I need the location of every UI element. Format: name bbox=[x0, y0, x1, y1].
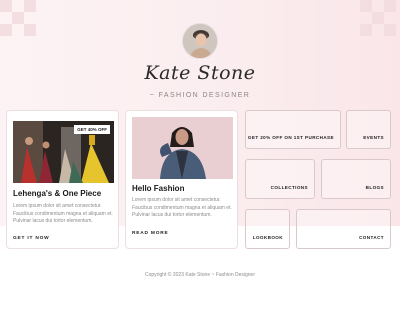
tile-lookbook-label: LOOKBOOK bbox=[252, 235, 283, 240]
tile-contact[interactable]: CONTACT bbox=[296, 209, 391, 249]
fashion-model-image bbox=[132, 117, 233, 179]
card-description: Lorem ipsum dolor sit amet consectetur. … bbox=[132, 197, 232, 218]
tile-blogs[interactable]: BLOGS bbox=[321, 159, 391, 199]
decorative-checker-right bbox=[360, 0, 400, 40]
tile-contact-label: CONTACT bbox=[359, 235, 384, 240]
avatar bbox=[182, 23, 218, 59]
tile-events-label: EVENTS bbox=[363, 135, 384, 140]
brand-subtitle: ~ FASHION DESIGNER bbox=[149, 92, 251, 99]
tile-offer[interactable]: GET 20% OFF ON 1ST PURCHASE bbox=[245, 110, 341, 149]
decorative-checker-left bbox=[0, 0, 40, 40]
brand-name: Kate Stone bbox=[144, 62, 256, 84]
lehenga-image: GET 40% OFF bbox=[13, 121, 114, 183]
blog-card-hello-fashion[interactable]: Hello Fashion Lorem ipsum dolor sit amet… bbox=[125, 110, 238, 249]
footer-copyright: Copyright © 2023 Kate Stone ~ Fashion De… bbox=[145, 272, 255, 278]
card-title: Hello Fashion bbox=[132, 184, 185, 193]
discount-badge: GET 40% OFF bbox=[74, 125, 110, 134]
tile-blogs-label: BLOGS bbox=[365, 185, 384, 190]
tile-offer-label: GET 20% OFF ON 1ST PURCHASE bbox=[247, 135, 334, 140]
tile-collections-label: COLLECTIONS bbox=[270, 185, 308, 190]
tile-events[interactable]: EVENTS bbox=[346, 110, 391, 149]
tile-lookbook[interactable]: LOOKBOOK bbox=[245, 209, 290, 249]
card-description: Lorem ipsum dolor sit amet consectetur. … bbox=[13, 203, 113, 224]
get-it-now-link[interactable]: GET IT NOW bbox=[13, 236, 50, 241]
tile-collections[interactable]: COLLECTIONS bbox=[245, 159, 315, 199]
card-title: Lehenga's & One Piece bbox=[13, 189, 102, 198]
read-more-link[interactable]: READ MORE bbox=[132, 231, 169, 236]
product-card-lehenga[interactable]: GET 40% OFF Lehenga's & One Piece Lorem … bbox=[6, 110, 119, 249]
